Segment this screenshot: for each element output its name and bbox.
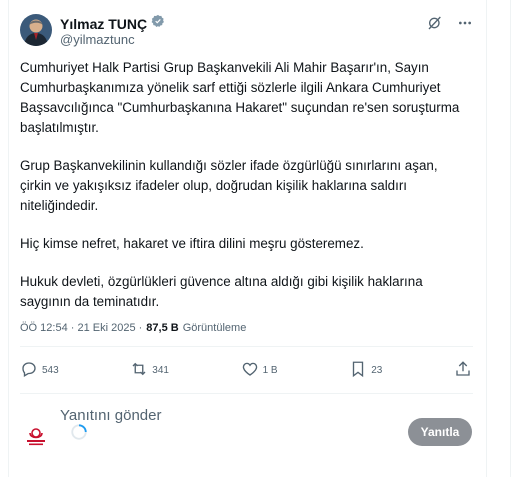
tweet-paragraph: Grup Başkanvekilinin kullandığı sözler i…	[20, 158, 438, 213]
reply-count: 543	[42, 365, 59, 376]
left-column-border	[8, 0, 9, 477]
reply-submit-button[interactable]: Yanıtla	[408, 418, 472, 446]
tweet-text: Cumhuriyet Halk Partisi Grup Başkanvekil…	[20, 58, 460, 330]
verified-badge-icon	[151, 14, 165, 33]
action-bar: 543 341 1 B 23	[20, 360, 472, 381]
divider-bottom	[20, 393, 473, 394]
current-user-avatar[interactable]	[20, 421, 52, 453]
author-handle[interactable]: @yilmaztunc	[60, 32, 135, 47]
tweet-paragraph: Hukuk devleti, özgürlükleri güvence altı…	[20, 274, 423, 309]
reply-composer: Yanıtını gönder Yanıtla	[20, 405, 472, 461]
tweet-paragraph: Hiç kimse nefret, hakaret ve iftira dili…	[20, 236, 364, 251]
display-name[interactable]: Yılmaz TUNÇ	[60, 16, 147, 32]
loading-spinner-icon	[70, 423, 88, 441]
share-icon	[454, 360, 472, 381]
repost-action[interactable]: 341	[130, 360, 169, 381]
bookmark-icon	[349, 360, 367, 381]
sidebar-edge	[510, 0, 511, 477]
grok-icon[interactable]	[427, 15, 443, 36]
author-name-row: Yılmaz TUNÇ	[60, 14, 165, 33]
repost-count: 341	[152, 365, 169, 376]
reply-action[interactable]: 543	[20, 360, 59, 381]
like-count: 1 B	[262, 365, 278, 376]
tweet-paragraph: Cumhuriyet Halk Partisi Grup Başkanvekil…	[20, 60, 460, 135]
reply-input[interactable]: Yanıtını gönder	[60, 407, 161, 424]
views-count: 87,5 B	[146, 322, 179, 334]
more-options-icon[interactable]	[457, 15, 473, 36]
tweet-top-actions	[427, 15, 473, 36]
repost-icon	[130, 360, 148, 381]
tweet-meta: ÖÖ 12:54 · 21 Eki 2025 · 87,5 B Görüntül…	[20, 322, 246, 334]
divider-top	[20, 346, 473, 347]
reply-icon	[20, 360, 38, 381]
bookmark-action[interactable]: 23	[349, 360, 382, 381]
heart-icon	[241, 360, 259, 381]
share-action[interactable]	[454, 360, 472, 381]
views-label: Görüntüleme	[182, 322, 247, 334]
bookmark-count: 23	[371, 365, 383, 376]
timestamp[interactable]: ÖÖ 12:54 · 21 Eki 2025 ·	[20, 322, 142, 334]
like-action[interactable]: 1 B	[241, 360, 278, 381]
author-avatar[interactable]	[20, 14, 52, 46]
right-column-border	[486, 0, 487, 477]
